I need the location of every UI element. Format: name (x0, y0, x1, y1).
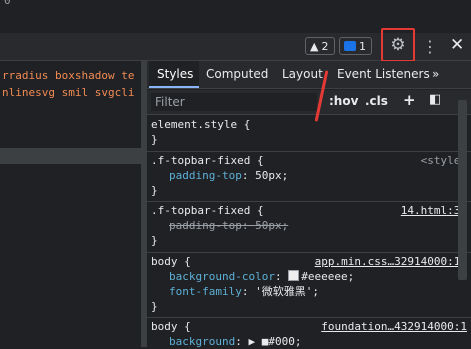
warning-icon: ▲ (310, 39, 319, 53)
rule-source-link[interactable]: app.min.css…32914000:14 (315, 255, 467, 269)
warnings-count: 2 (321, 39, 329, 53)
css-property[interactable]: background-color (169, 270, 275, 283)
more-options-icon[interactable]: ⋮ (422, 37, 438, 56)
style-rule: .f-topbar-fixed { <style> padding-top: 5… (147, 152, 471, 202)
toggle-sidebar-icon[interactable]: ◧ (429, 92, 441, 107)
hov-toggle[interactable]: :hov (329, 94, 358, 108)
code-line: rradius boxshadow te (2, 69, 135, 82)
selected-node-row[interactable] (0, 148, 141, 164)
cls-toggle[interactable]: .cls (365, 94, 388, 108)
css-value[interactable]: 50px; (255, 169, 288, 182)
messages-count: 1 (359, 39, 366, 53)
css-value[interactable]: ▶ ■#000; (248, 335, 301, 348)
tab-computed[interactable]: Computed (206, 61, 268, 88)
styles-pane: Styles Computed Layout Event Listeners »… (147, 61, 471, 348)
code-line: nlinesvg smil svgcli (2, 86, 135, 99)
more-tabs-icon[interactable]: » (432, 61, 439, 88)
add-rule-icon[interactable]: + (403, 91, 416, 109)
settings-button[interactable]: ⚙ (381, 28, 415, 62)
tab-styles[interactable]: Styles (149, 61, 199, 88)
scrollbar[interactable] (458, 100, 467, 280)
css-value[interactable]: #eeeeee; (301, 270, 354, 283)
filter-input[interactable] (151, 93, 317, 111)
css-declaration-overridden[interactable]: padding-top: 50px; (169, 219, 288, 233)
sidebar-tabs: Styles Computed Layout Event Listeners » (147, 61, 471, 89)
rule-close: } (151, 300, 158, 313)
css-value[interactable]: 50px; (255, 219, 288, 232)
rule-source-link[interactable]: foundation…432914000:1 (321, 320, 467, 334)
style-rule: .f-topbar-fixed { 14.html:31 padding-top… (147, 202, 471, 253)
tab-layout[interactable]: Layout (282, 61, 323, 88)
css-declaration[interactable]: background-color: #eeeeee; (169, 270, 354, 284)
css-value[interactable]: '微软雅黑'; (255, 285, 319, 298)
css-property[interactable]: font-family (169, 285, 242, 298)
rule-close: } (151, 234, 158, 247)
message-icon (344, 41, 356, 51)
css-property[interactable]: padding-top (169, 169, 242, 182)
style-rule: body { app.min.css…32914000:14 backgroun… (147, 253, 471, 318)
css-property[interactable]: background (169, 335, 235, 348)
rule-selector[interactable]: body { (151, 255, 191, 269)
filter-bar: :hov .cls + ◧ (147, 90, 471, 115)
gear-icon: ⚙ (390, 35, 406, 55)
elements-pane: rradius boxshadow te nlinesvg smil svgcl… (0, 61, 141, 347)
rule-close: } (151, 184, 158, 197)
messages-badge[interactable]: 1 (339, 37, 372, 55)
rule-selector[interactable]: .f-topbar-fixed { (151, 204, 264, 218)
close-icon[interactable]: ✕ (450, 35, 464, 55)
warnings-badge[interactable]: ▲ 2 (305, 37, 335, 55)
rule-close: } (151, 133, 158, 146)
rule-selector[interactable]: body { (151, 320, 191, 334)
css-declaration[interactable]: padding-top: 50px; (169, 169, 288, 183)
tab-event-listeners[interactable]: Event Listeners (337, 61, 430, 88)
color-swatch[interactable] (288, 270, 300, 281)
partial-text: 0 (4, 0, 11, 7)
style-rule: element.style { } (147, 116, 471, 152)
rule-selector[interactable]: .f-topbar-fixed { (151, 154, 264, 168)
css-property[interactable]: padding-top (169, 219, 242, 232)
rule-selector[interactable]: element.style { (151, 118, 250, 132)
style-rule: body { foundation…432914000:1 background… (147, 318, 471, 348)
css-declaration[interactable]: font-family: '微软雅黑'; (169, 285, 319, 299)
